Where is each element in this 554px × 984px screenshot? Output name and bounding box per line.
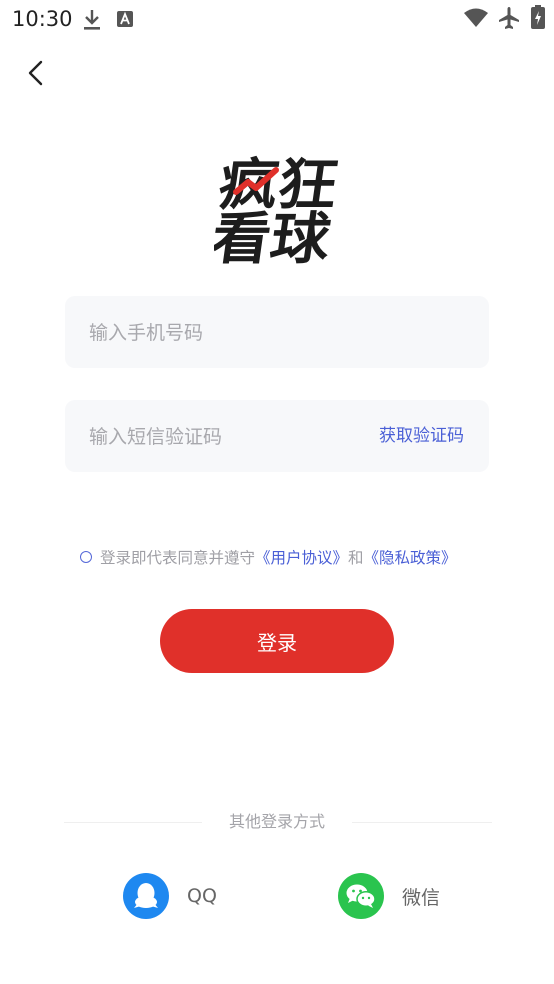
wechat-icon — [338, 873, 384, 919]
get-code-button[interactable]: 获取验证码 — [379, 400, 464, 472]
chevron-left-icon[interactable] — [22, 58, 52, 88]
phone-field — [65, 296, 489, 370]
status-time: 10:30 — [12, 7, 73, 31]
phone-input[interactable] — [87, 296, 351, 370]
agreement-radio[interactable] — [80, 551, 92, 563]
qq-icon — [123, 873, 169, 919]
divider-right — [352, 822, 492, 823]
agreement-prefix: 登录即代表同意并遵守 — [100, 549, 256, 567]
wifi-icon — [464, 8, 488, 27]
battery-icon — [531, 5, 545, 29]
wechat-login-button[interactable]: 微信 — [338, 871, 440, 921]
logo-line2: 看球 — [214, 207, 335, 264]
qq-label: QQ — [187, 885, 217, 907]
qq-login-button[interactable]: QQ — [123, 871, 217, 921]
text-a-icon — [117, 11, 133, 27]
airplane-icon — [499, 7, 519, 29]
agreement-and: 和 — [348, 549, 364, 567]
code-field: 获取验证码 — [65, 400, 489, 474]
user-agreement-link[interactable]: 《用户协议》 — [255, 546, 348, 568]
divider-left — [64, 822, 202, 823]
login-button[interactable]: 登录 — [160, 609, 394, 673]
wechat-label: 微信 — [402, 886, 441, 909]
agreement-row: 登录即代表同意并遵守 《用户协议》 和 《隐私政策》 — [80, 546, 457, 568]
privacy-policy-link[interactable]: 《隐私政策》 — [364, 546, 457, 568]
other-login-title: 其他登录方式 — [228, 812, 325, 831]
download-icon — [84, 10, 100, 30]
app-logo: 疯狂 看球 — [214, 153, 340, 264]
sms-code-input[interactable] — [87, 400, 351, 474]
